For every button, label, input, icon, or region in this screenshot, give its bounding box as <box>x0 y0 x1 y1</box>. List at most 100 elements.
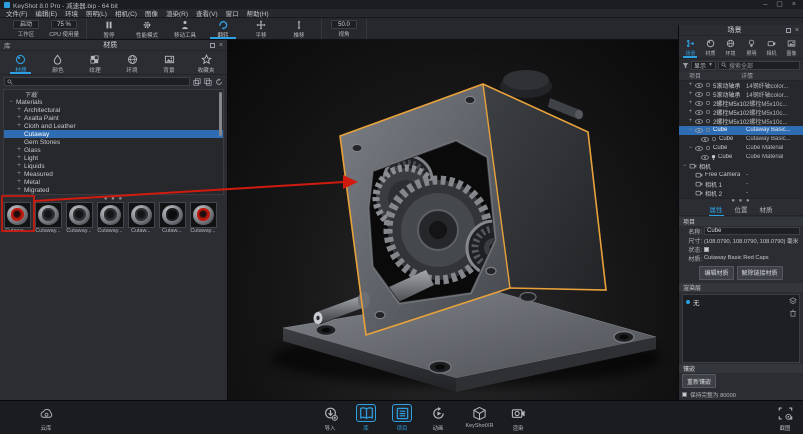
scene-tree-row[interactable]: +2螺栓M5x102螺栓M5x10c... <box>679 117 803 126</box>
library-tree-item[interactable]: +Metal <box>4 178 223 186</box>
library-tree-item[interactable]: Cutaway <box>4 130 223 138</box>
library-tab-纹理[interactable]: 纹理 <box>76 52 113 74</box>
minimize-button[interactable]: – <box>763 0 767 9</box>
project-tab-环境[interactable]: 环境 <box>721 37 741 58</box>
close-project-icon[interactable]: × <box>795 27 799 34</box>
item-section-header[interactable]: 项目 <box>679 217 803 226</box>
library-tree-item[interactable]: +Cloth and Leather <box>4 122 223 130</box>
menu-1[interactable]: 文件(F) <box>6 8 27 18</box>
ribbon-import-button[interactable]: 导入 <box>320 404 340 432</box>
expander-icon[interactable]: + <box>16 163 22 169</box>
delete-layer-icon[interactable] <box>789 309 797 317</box>
expander-icon[interactable]: − <box>688 145 693 151</box>
visibility-eye-icon[interactable] <box>695 128 703 133</box>
menu-9[interactable]: 窗口 <box>226 8 239 18</box>
scene-tree-row[interactable]: 相机 2- <box>679 189 803 198</box>
add-layer-icon[interactable] <box>789 297 797 305</box>
menu-6[interactable]: 图像 <box>145 8 158 18</box>
visibility-eye-icon[interactable] <box>695 119 703 124</box>
expander-icon[interactable]: + <box>688 109 693 115</box>
edit-material-button[interactable]: 编辑材质 <box>699 266 733 280</box>
scene-tree-row[interactable]: −相机 <box>679 162 803 171</box>
material-thumbnail-5[interactable]: Cutaw... <box>127 202 155 240</box>
screenshot-button[interactable]: 截图 <box>775 404 795 432</box>
material-thumbnail-1[interactable]: Cutawa... <box>3 202 31 240</box>
library-tree-item[interactable]: +Glass <box>4 146 223 154</box>
realtime-viewport[interactable] <box>228 40 678 400</box>
scene-tree-row[interactable]: Free Camera- <box>679 171 803 180</box>
show-dropdown[interactable]: 显示▼ <box>691 61 716 70</box>
fov-control[interactable]: 50.0 视角 <box>325 19 363 39</box>
library-tab-收藏夹[interactable]: 收藏夹 <box>188 52 225 74</box>
library-tree-item[interactable]: +Migrated <box>4 186 223 194</box>
scene-tree-row[interactable]: +5滚动轴承14钢纤轴color... <box>679 90 803 99</box>
cloud-library-button[interactable]: 云库 <box>36 404 56 432</box>
undock-panel-icon[interactable] <box>210 43 215 48</box>
tessellation-section-header[interactable]: 镶嵌 <box>679 364 803 373</box>
cpu-usage-dropdown[interactable]: 75 % <box>51 20 77 29</box>
unlink-material-button[interactable]: 解除链接材质 <box>737 266 783 280</box>
close-panel-icon[interactable]: × <box>219 42 223 49</box>
expander-icon[interactable]: + <box>16 155 22 161</box>
undock-project-icon[interactable] <box>786 28 791 33</box>
library-search-input[interactable] <box>4 77 190 86</box>
property-tab-属性[interactable]: 属性 <box>709 203 724 215</box>
ribbon-keyshotxr-cube-button[interactable]: KeyShotXR <box>464 404 495 429</box>
project-tab-相机[interactable]: 相机 <box>761 37 781 58</box>
name-input[interactable]: Cube <box>704 227 800 235</box>
expander-icon[interactable]: + <box>16 123 22 129</box>
workspace-dropdown[interactable]: 启动 <box>13 20 39 29</box>
scene-tree-row[interactable]: 相机 1- <box>679 180 803 189</box>
visibility-eye-icon[interactable] <box>695 92 703 97</box>
library-tab-背景[interactable]: 背景 <box>151 52 188 74</box>
property-tab-材质[interactable]: 材质 <box>759 203 774 215</box>
menu-4[interactable]: 照明(L) <box>86 8 107 18</box>
tree-scrollbar[interactable] <box>219 92 222 136</box>
property-tab-位置[interactable]: 位置 <box>734 203 749 215</box>
expander-icon[interactable]: + <box>688 118 693 124</box>
visibility-eye-icon[interactable] <box>695 110 703 115</box>
library-tab-材质[interactable]: 材质 <box>2 52 39 74</box>
expander-icon[interactable]: + <box>16 179 22 185</box>
project-tab-图像[interactable]: 图像 <box>782 37 802 58</box>
material-thumbnail-6[interactable]: Cutaw... <box>158 202 186 240</box>
keep-tessellation-checkbox[interactable] <box>682 392 687 397</box>
expander-icon[interactable]: − <box>8 99 14 105</box>
render-layer-list[interactable]: 无 <box>682 294 800 363</box>
library-tree-item[interactable]: Gem Stones <box>4 138 223 146</box>
fov-value[interactable]: 50.0 <box>331 20 357 29</box>
toolbar-performance-mode[interactable]: 性能模式 <box>128 19 166 39</box>
project-tab-照明[interactable]: 照明 <box>741 37 761 58</box>
scene-tree-row[interactable]: −CubeCutaway Basic... <box>679 126 803 135</box>
menu-8[interactable]: 查看(V) <box>196 8 218 18</box>
visibility-eye-icon[interactable] <box>701 155 709 160</box>
material-thumbnail-4[interactable]: Cutaway... <box>96 202 124 240</box>
expander-icon[interactable]: − <box>688 127 693 133</box>
ribbon-library-book-button[interactable]: 库 <box>356 404 376 432</box>
toolbar-dolly[interactable]: 推移 <box>280 19 318 39</box>
expander-icon[interactable]: + <box>16 115 22 121</box>
expander-icon[interactable]: + <box>16 147 22 153</box>
filter-icon[interactable] <box>682 62 689 69</box>
library-tree-item[interactable]: 下载 <box>4 90 223 98</box>
expander-icon[interactable]: + <box>688 100 693 106</box>
expander-icon[interactable]: − <box>682 163 687 169</box>
menu-7[interactable]: 渲染(R) <box>166 8 188 18</box>
visibility-eye-icon[interactable] <box>695 146 703 151</box>
expander-icon[interactable]: + <box>16 107 22 113</box>
library-tree-item[interactable]: +Liquids <box>4 162 223 170</box>
expander-icon[interactable]: + <box>688 82 693 88</box>
status-icon[interactable] <box>704 247 709 252</box>
material-thumbnail-7[interactable]: Cutaway... <box>189 202 217 240</box>
import-material-icon[interactable] <box>193 78 201 86</box>
toolbar-pan[interactable]: 平移 <box>242 19 280 39</box>
scene-tree-row[interactable]: −CubeCube Material <box>679 144 803 153</box>
toolbar-pause[interactable]: 暂停 <box>90 19 128 39</box>
ribbon-animation-button[interactable]: 动画 <box>428 404 448 432</box>
project-tab-材质[interactable]: 材质 <box>700 37 720 58</box>
close-button[interactable]: × <box>792 0 796 9</box>
ribbon-project-list-button[interactable]: 项目 <box>392 404 412 432</box>
library-tree-item[interactable]: +Light <box>4 154 223 162</box>
menu-2[interactable]: 编辑(E) <box>35 8 57 18</box>
menu-5[interactable]: 相机(C) <box>115 8 137 18</box>
